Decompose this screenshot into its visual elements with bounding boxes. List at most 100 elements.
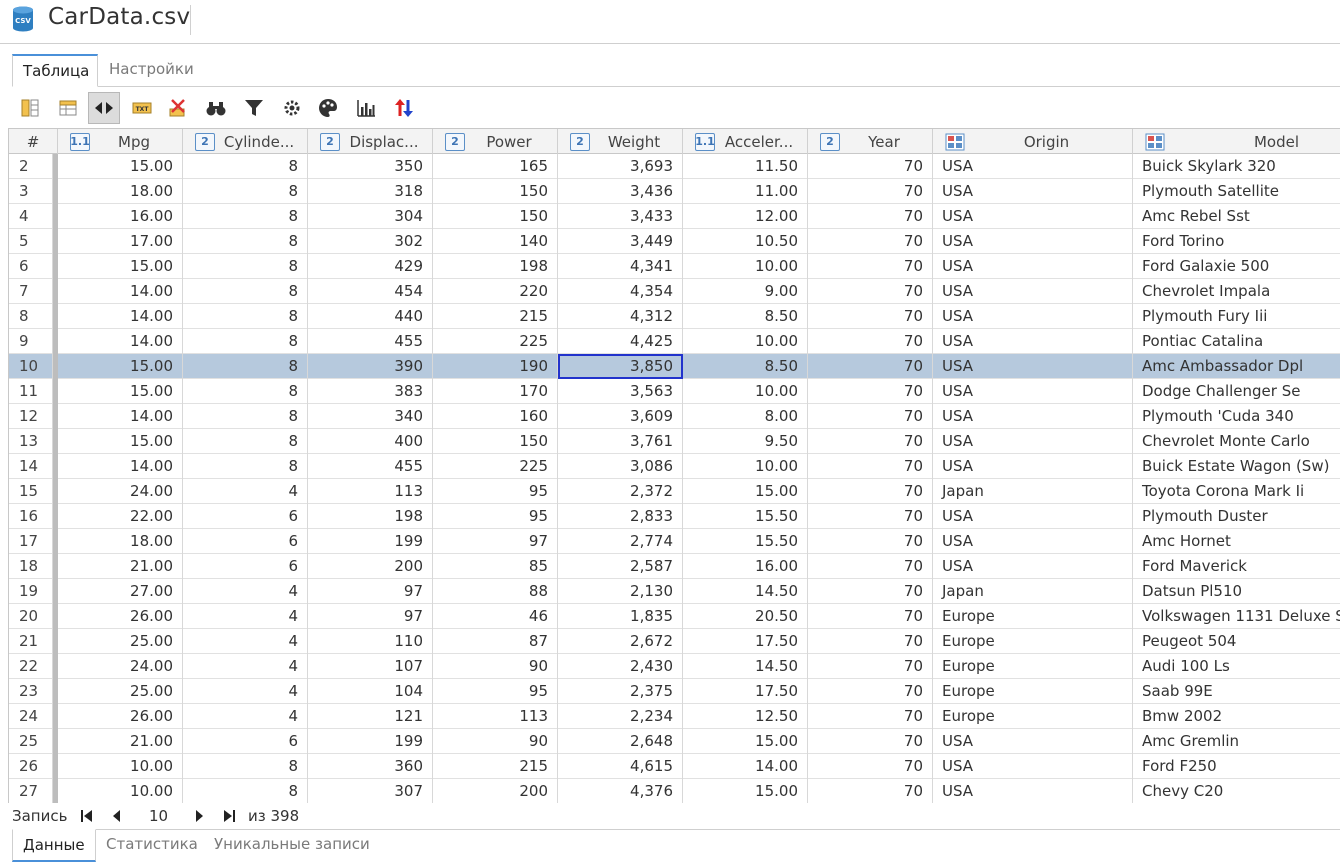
table-cell[interactable]: 455: [308, 454, 433, 479]
row-index-cell[interactable]: 21: [9, 629, 53, 654]
row-index-cell[interactable]: 2: [9, 154, 53, 179]
table-cell[interactable]: 70: [808, 554, 933, 579]
table-cell[interactable]: 70: [808, 279, 933, 304]
column-header-model[interactable]: Model: [1133, 129, 1340, 154]
table-cell[interactable]: 8: [183, 454, 308, 479]
table-cell[interactable]: Plymouth Duster: [1133, 504, 1340, 529]
table-cell[interactable]: 9.00: [683, 279, 808, 304]
table-cell[interactable]: 70: [808, 654, 933, 679]
table-cell[interactable]: 10.00: [683, 454, 808, 479]
table-cell[interactable]: 70: [808, 779, 933, 803]
table-cell[interactable]: Saab 99E: [1133, 679, 1340, 704]
table-cell[interactable]: 85: [433, 554, 558, 579]
table-cell[interactable]: Ford F250: [1133, 754, 1340, 779]
table-cell[interactable]: 15.00: [683, 779, 808, 803]
table-cell[interactable]: 6: [183, 504, 308, 529]
filter-button[interactable]: [238, 92, 270, 124]
table-cell[interactable]: 70: [808, 704, 933, 729]
table-cell[interactable]: 107: [308, 654, 433, 679]
table-cell[interactable]: 15.00: [683, 729, 808, 754]
table-cell[interactable]: 27.00: [58, 579, 183, 604]
table-cell[interactable]: Bmw 2002: [1133, 704, 1340, 729]
table-cell[interactable]: Plymouth 'Cuda 340: [1133, 404, 1340, 429]
table-row[interactable]: 27 10.00 8 307 200 4,376 15.00 70 USA Chevy C20: [9, 779, 1340, 803]
table-cell[interactable]: 3,449: [558, 229, 683, 254]
table-cell[interactable]: 4,354: [558, 279, 683, 304]
table-cell[interactable]: 14.00: [58, 329, 183, 354]
table-cell[interactable]: 199: [308, 729, 433, 754]
table-cell[interactable]: 140: [433, 229, 558, 254]
column-header-acceler[interactable]: 1.1 Acceler...: [683, 129, 808, 154]
row-index-cell[interactable]: 3: [9, 179, 53, 204]
table-cell[interactable]: 10.50: [683, 229, 808, 254]
table-row[interactable]: 22 24.00 4 107 90 2,430 14.50 70 Europe Audi 100 …: [9, 654, 1340, 679]
table-cell[interactable]: 6: [183, 554, 308, 579]
table-cell[interactable]: 4,376: [558, 779, 683, 803]
table-cell[interactable]: Ford Maverick: [1133, 554, 1340, 579]
last-record-icon[interactable]: [222, 809, 236, 823]
row-index-cell[interactable]: 4: [9, 204, 53, 229]
row-index-header[interactable]: #: [9, 129, 58, 154]
table-cell[interactable]: 3,086: [558, 454, 683, 479]
table-cell[interactable]: 21.00: [58, 729, 183, 754]
table-cell[interactable]: 15.50: [683, 529, 808, 554]
table-cell[interactable]: 10.00: [58, 779, 183, 803]
table-cell[interactable]: 360: [308, 754, 433, 779]
tab-data[interactable]: Данные: [12, 829, 96, 862]
table-cell[interactable]: USA: [933, 254, 1133, 279]
table-row[interactable]: 6 15.00 8 429 198 4,341 10.00 70 USA Ford Galaxie…: [9, 254, 1340, 279]
table-cell[interactable]: Amc Ambassador Dpl: [1133, 354, 1340, 379]
table-row[interactable]: 12 14.00 8 340 160 3,609 8.00 70 USA Plymouth 'Cu…: [9, 404, 1340, 429]
table-row[interactable]: 15 24.00 4 113 95 2,372 15.00 70 Japan Toyota Cor…: [9, 479, 1340, 504]
table-cell[interactable]: 15.00: [58, 254, 183, 279]
table-cell[interactable]: 95: [433, 504, 558, 529]
table-cell[interactable]: 95: [433, 479, 558, 504]
text-export-button[interactable]: TXT: [126, 92, 158, 124]
table-cell[interactable]: 24.00: [58, 654, 183, 679]
table-cell[interactable]: Japan: [933, 479, 1133, 504]
table-cell[interactable]: 14.50: [683, 654, 808, 679]
table-cell[interactable]: 15.50: [683, 504, 808, 529]
table-cell[interactable]: Audi 100 Ls: [1133, 654, 1340, 679]
table-cell[interactable]: 104: [308, 679, 433, 704]
table-cell[interactable]: USA: [933, 554, 1133, 579]
table-cell[interactable]: Japan: [933, 579, 1133, 604]
tab-settings[interactable]: Настройки: [99, 54, 211, 87]
table-cell[interactable]: 200: [433, 779, 558, 803]
table-cell[interactable]: 90: [433, 654, 558, 679]
column-header-power[interactable]: 2 Power: [433, 129, 558, 154]
table-row[interactable]: 11 15.00 8 383 170 3,563 10.00 70 USA Dodge Chall…: [9, 379, 1340, 404]
table-cell[interactable]: 14.00: [58, 404, 183, 429]
table-cell[interactable]: 8: [183, 329, 308, 354]
table-cell[interactable]: 455: [308, 329, 433, 354]
table-cell[interactable]: Dodge Challenger Se: [1133, 379, 1340, 404]
table-cell[interactable]: 25.00: [58, 679, 183, 704]
table-cell[interactable]: 11.00: [683, 179, 808, 204]
table-cell[interactable]: 304: [308, 204, 433, 229]
tab-table[interactable]: Таблица: [12, 54, 98, 87]
table-cell[interactable]: 318: [308, 179, 433, 204]
table-cell[interactable]: 70: [808, 254, 933, 279]
row-index-cell[interactable]: 8: [9, 304, 53, 329]
table-cell[interactable]: 8: [183, 279, 308, 304]
table-cell[interactable]: Buick Skylark 320: [1133, 154, 1340, 179]
table-cell[interactable]: 14.00: [58, 304, 183, 329]
table-cell[interactable]: 97: [433, 529, 558, 554]
table-cell[interactable]: 199: [308, 529, 433, 554]
table-cell[interactable]: 70: [808, 454, 933, 479]
table-cell[interactable]: 70: [808, 404, 933, 429]
table-cell[interactable]: 150: [433, 429, 558, 454]
column-header-cylinde[interactable]: 2 Cylinde...: [183, 129, 308, 154]
table-cell[interactable]: 350: [308, 154, 433, 179]
table-cell[interactable]: 18.00: [58, 179, 183, 204]
table-cell[interactable]: 15.00: [58, 429, 183, 454]
table-cell[interactable]: 87: [433, 629, 558, 654]
table-cell[interactable]: 15.00: [683, 479, 808, 504]
table-cell[interactable]: 2,648: [558, 729, 683, 754]
table-cell[interactable]: 70: [808, 629, 933, 654]
table-cell[interactable]: 307: [308, 779, 433, 803]
table-cell[interactable]: Europe: [933, 704, 1133, 729]
table-cell[interactable]: 3,761: [558, 429, 683, 454]
table-cell[interactable]: 454: [308, 279, 433, 304]
table-cell[interactable]: 15.00: [58, 354, 183, 379]
